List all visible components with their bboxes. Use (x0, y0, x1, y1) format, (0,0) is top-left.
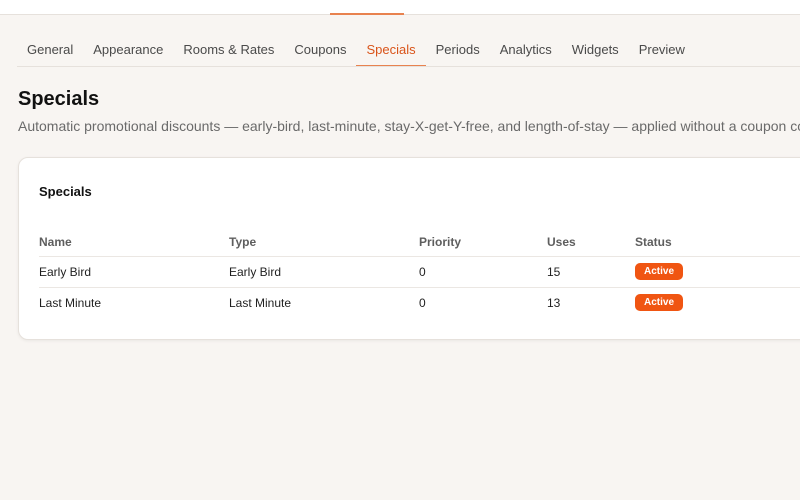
tab-rooms-rates[interactable]: Rooms & Rates (173, 35, 284, 67)
cell-priority: 0 (419, 295, 426, 310)
specials-card: Specials Name Type Priority Uses Status … (18, 157, 800, 340)
column-header-priority[interactable]: Priority (419, 228, 547, 257)
cell-uses: 15 (547, 256, 635, 288)
column-header-status[interactable]: Status (635, 228, 800, 257)
table-row[interactable]: Early Bird Early Bird 0 15 Active (39, 256, 800, 288)
status-badge: Active (635, 263, 684, 280)
cell-type: Last Minute (229, 295, 292, 310)
page-title: Specials (18, 88, 100, 110)
top-navigation-bar (0, 0, 800, 15)
status-badge: Active (635, 294, 684, 312)
column-header-uses[interactable]: Uses (547, 228, 635, 257)
cell-type: Early Bird (229, 256, 419, 288)
tab-periods[interactable]: Periods (426, 35, 490, 67)
tab-specials[interactable]: Specials (356, 35, 426, 67)
tab-appearance[interactable]: Appearance (83, 35, 173, 67)
table-row[interactable]: Last Minute Last Minute 0 13 Active (39, 287, 800, 318)
tabs-divider (17, 66, 800, 67)
cell-status: Active (635, 287, 800, 318)
cell-priority: 0 (419, 256, 547, 288)
column-header-name[interactable]: Name (39, 228, 229, 257)
page-subtitle: Automatic promotional discounts — early-… (18, 118, 800, 134)
table-header-row: Name Type Priority Uses Status (39, 228, 800, 257)
tab-widgets[interactable]: Widgets (562, 35, 629, 67)
cell-uses: 13 (547, 295, 561, 310)
tab-general[interactable]: General (17, 35, 83, 67)
tab-preview[interactable]: Preview (629, 35, 695, 67)
card-title: Specials (39, 184, 92, 199)
settings-tabs: General Appearance Rooms & Rates Coupons… (17, 35, 800, 67)
cell-status: Active (635, 256, 800, 288)
specials-table: Name Type Priority Uses Status Early Bir… (39, 228, 800, 318)
tab-coupons[interactable]: Coupons (284, 35, 356, 67)
cell-name: Last Minute (39, 295, 102, 310)
tab-analytics[interactable]: Analytics (490, 35, 562, 67)
top-nav-active-indicator (330, 13, 404, 15)
cell-name: Early Bird (39, 256, 229, 288)
column-header-type[interactable]: Type (229, 228, 419, 257)
